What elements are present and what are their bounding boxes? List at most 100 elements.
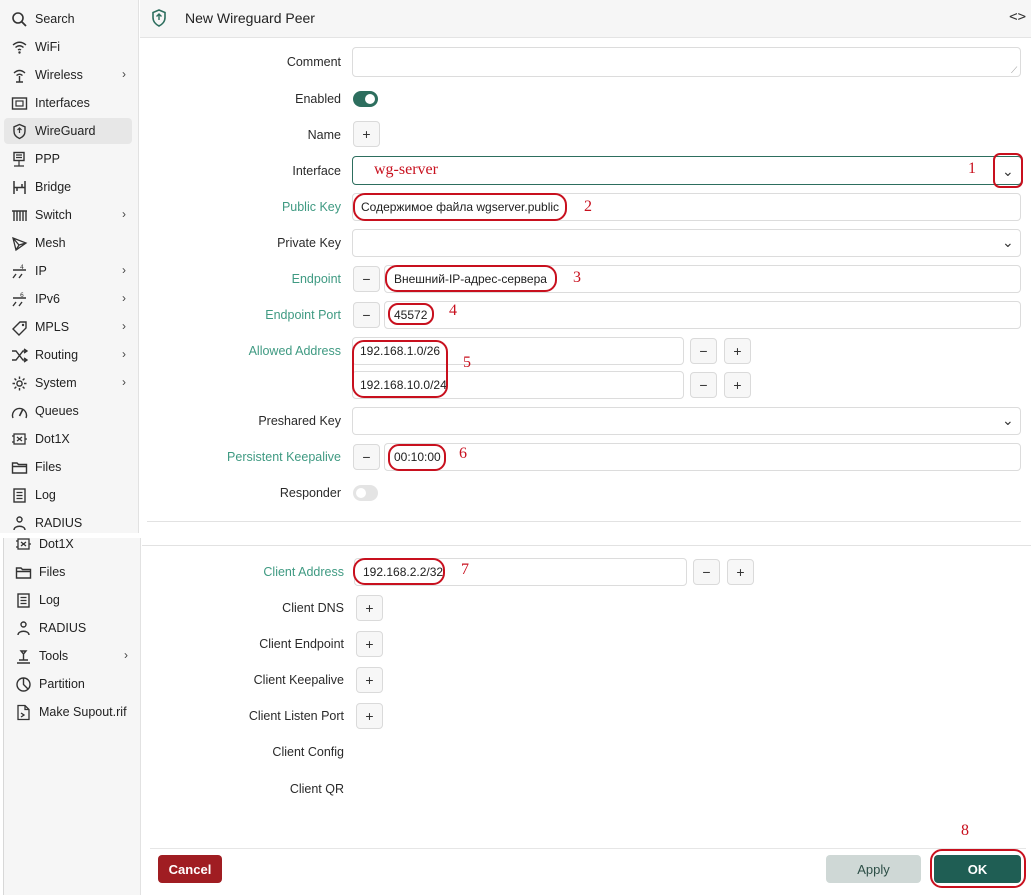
client-address-remove-button[interactable]: −: [693, 559, 720, 585]
sidebar-item-partition[interactable]: Partition: [8, 671, 134, 697]
mpls-icon: [9, 317, 29, 337]
client-dns-add-button[interactable]: +: [356, 595, 383, 621]
endpoint-port-remove-button[interactable]: −: [353, 302, 380, 328]
sidebar-item-dot1x[interactable]: Dot1X: [8, 538, 134, 557]
enabled-toggle[interactable]: [353, 91, 378, 107]
routing-icon: [9, 345, 29, 365]
wifi-icon: [9, 37, 29, 57]
code-view-icon[interactable]: <>: [1009, 9, 1026, 25]
switch-icon: [9, 205, 29, 225]
sidebar-item-mesh[interactable]: Mesh: [4, 230, 132, 256]
sidebar-item-mpls[interactable]: MPLS ›: [4, 314, 132, 340]
preshared-key-select[interactable]: [352, 407, 1021, 435]
folder-icon: [9, 457, 29, 477]
sidebar-item-label: Files: [39, 565, 66, 579]
private-key-select[interactable]: [352, 229, 1021, 257]
client-keepalive-label: Client Keepalive: [253, 673, 344, 687]
sidebar-item-tools[interactable]: Tools ›: [8, 643, 134, 669]
allowed-address-add-button-2[interactable]: +: [724, 372, 751, 398]
sidebar-item-log[interactable]: Log: [8, 587, 134, 613]
endpoint-port-input[interactable]: [384, 301, 1021, 329]
chevron-right-icon: ›: [122, 347, 126, 361]
allowed-address-add-button-1[interactable]: +: [724, 338, 751, 364]
annotation-number-3: 3: [573, 269, 581, 286]
sidebar-item-ipv6[interactable]: 6 IPv6 ›: [4, 286, 132, 312]
interface-label: Interface: [292, 164, 341, 178]
sidebar-item-interfaces[interactable]: Interfaces: [4, 90, 132, 116]
preshared-key-label: Preshared Key: [258, 414, 341, 428]
name-add-button[interactable]: +: [353, 121, 380, 147]
comment-label: Comment: [286, 55, 341, 69]
chevron-down-icon[interactable]: ⌄: [1002, 163, 1014, 180]
sidebar-item-log[interactable]: Log: [4, 482, 132, 508]
sidebar-item-label: Bridge: [35, 180, 72, 194]
sidebar-item-switch[interactable]: Switch ›: [4, 202, 132, 228]
client-keepalive-add-button[interactable]: +: [356, 667, 383, 693]
sidebar-item-radius[interactable]: RADIUS: [4, 510, 132, 533]
queues-icon: [9, 401, 29, 421]
chevron-right-icon: ›: [122, 67, 126, 81]
persistent-keepalive-input[interactable]: [384, 443, 1021, 471]
client-listen-port-add-button[interactable]: +: [356, 703, 383, 729]
apply-button[interactable]: Apply: [826, 855, 921, 883]
sidebar-item-dot1x[interactable]: Dot1X: [4, 426, 132, 452]
tools-icon: [13, 646, 33, 666]
chevron-right-icon: ›: [122, 375, 126, 389]
chevron-down-icon[interactable]: ⌄: [1002, 234, 1014, 251]
endpoint-remove-button[interactable]: −: [353, 266, 380, 292]
responder-toggle[interactable]: [353, 485, 378, 501]
sidebar-item-ppp[interactable]: PPP: [4, 146, 132, 172]
sidebar-item-files[interactable]: Files: [8, 559, 134, 585]
sidebar-item-wireless[interactable]: Wireless ›: [4, 62, 132, 88]
sidebar-item-label: System: [35, 376, 77, 390]
sidebar-item-wifi[interactable]: WiFi: [4, 34, 132, 60]
page-title: New Wireguard Peer: [185, 10, 315, 26]
sidebar-item-label: RADIUS: [39, 621, 87, 635]
sidebar-item-label: WiFi: [35, 40, 60, 54]
client-endpoint-label: Client Endpoint: [259, 637, 344, 651]
sidebar-item-make-supout-rif[interactable]: Make Supout.rif: [8, 699, 134, 725]
sidebar-item-system[interactable]: System ›: [4, 370, 132, 396]
dot1x-icon: [13, 538, 33, 554]
client-endpoint-add-button[interactable]: +: [356, 631, 383, 657]
sidebar-item-queues[interactable]: Queues: [4, 398, 132, 424]
allowed-address-remove-button-1[interactable]: −: [690, 338, 717, 364]
sidebar-item-radius[interactable]: RADIUS: [8, 615, 134, 641]
client-address-add-button[interactable]: +: [727, 559, 754, 585]
chevron-down-icon[interactable]: ⌄: [1002, 412, 1014, 429]
log-icon: [9, 485, 29, 505]
resize-handle-icon: ⟋: [1011, 65, 1018, 75]
sidebar-item-label: Log: [39, 593, 60, 607]
persistent-keepalive-label: Persistent Keepalive: [227, 450, 341, 464]
ok-button[interactable]: OK: [934, 855, 1021, 883]
sidebar-item-label: Queues: [35, 404, 79, 418]
partition-icon: [13, 674, 33, 694]
comment-textarea[interactable]: [352, 47, 1021, 77]
svg-text:6: 6: [20, 292, 24, 299]
wireguard-shield-icon: [149, 8, 169, 28]
folder-icon: [13, 562, 33, 582]
sidebar-item-bridge[interactable]: Bridge: [4, 174, 132, 200]
sidebar-item-wireguard[interactable]: WireGuard: [4, 118, 132, 144]
sidebar-item-label: Make Supout.rif: [39, 705, 127, 719]
annotation-number-6: 6: [459, 445, 467, 462]
sidebar-item-label: Routing: [35, 348, 79, 362]
sidebar-continued: Dot1X Files Log RADIUS Tools › Partition Make S…: [3, 538, 141, 895]
sidebar-item-files[interactable]: Files: [4, 454, 132, 480]
allowed-address-value-2: 192.168.10.0/24: [360, 378, 447, 392]
sidebar-item-routing[interactable]: Routing ›: [4, 342, 132, 368]
public-key-value: Содержимое файла wgserver.public: [361, 200, 560, 214]
allowed-address-remove-button-2[interactable]: −: [690, 372, 717, 398]
client-config-label: Client Config: [272, 745, 344, 759]
sidebar-item-label: MPLS: [35, 320, 70, 334]
cancel-button[interactable]: Cancel: [158, 855, 222, 883]
endpoint-port-value: 45572: [394, 308, 428, 322]
chevron-right-icon: ›: [122, 207, 126, 221]
interface-select[interactable]: [352, 156, 1022, 185]
persistent-keepalive-remove-button[interactable]: −: [353, 444, 380, 470]
sidebar-item-ip[interactable]: 4 IP ›: [4, 258, 132, 284]
sidebar-item-search[interactable]: Search: [4, 6, 132, 32]
window-header: New Wireguard Peer <>: [140, 0, 1031, 38]
sidebar-item-label: Search: [35, 12, 75, 26]
sidebar: Search WiFi Wireless › Interfaces WireGuard PP…: [0, 0, 139, 533]
